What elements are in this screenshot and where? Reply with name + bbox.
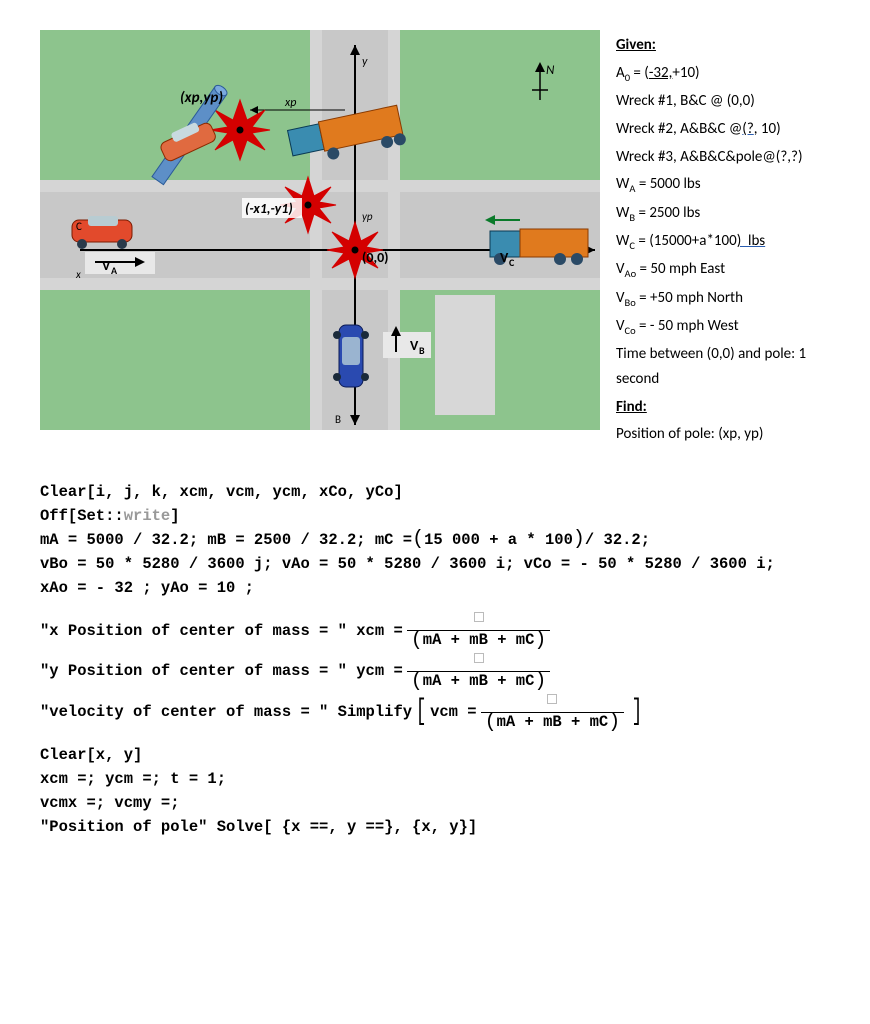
svg-text:yp: yp xyxy=(362,210,373,223)
label-xp-yp: (xp,yp) xyxy=(180,89,223,107)
label-vc: V xyxy=(500,249,509,266)
code-line-9: Clear[x, y] xyxy=(40,743,830,767)
given-vbo: VBo = +50 mph North xyxy=(616,286,830,311)
given-time: Time between (0,0) and pole: 1 second xyxy=(616,342,830,392)
label-x1-y1: (-x1,-y1) xyxy=(245,200,293,217)
code-line-4: vBo = 50 * 5280 / 3600 j; vAo = 50 * 528… xyxy=(40,552,830,576)
svg-text:B: B xyxy=(419,344,425,357)
label-va: V xyxy=(102,257,111,274)
svg-text:xp: xp xyxy=(284,96,296,110)
svg-text:C: C xyxy=(76,220,82,233)
given-panel: Given: A0 = (-32,+10) Wreck #1, B&C @ (0… xyxy=(616,30,830,450)
find-header: Find: xyxy=(616,395,830,420)
given-wb: WB = 2500 lbs xyxy=(616,201,830,226)
given-header: Given: xyxy=(616,33,830,58)
svg-text:x: x xyxy=(75,268,81,281)
mathematica-code: Clear[i, j, k, xcm, vcm, ycm, xCo, yCo] … xyxy=(40,480,830,839)
code-line-vcm: "velocity of center of mass = " Simplify… xyxy=(40,692,830,733)
given-w2: Wreck #2, A&B&C @(?, 10) xyxy=(616,117,830,142)
find-line: Position of pole: (xp, yp) xyxy=(616,422,830,447)
code-line-12: "Position of pole" Solve[ {x ==, y ==}, … xyxy=(40,815,830,839)
given-wc: WC = (15000+a*100) lbs xyxy=(616,229,830,254)
given-a0: A0 = (-32,+10) xyxy=(616,61,830,86)
svg-text:A: A xyxy=(111,264,118,277)
given-w3: Wreck #3, A&B&C&pole@(?,?) xyxy=(616,145,830,170)
intersection-diagram: N xp y yp xyxy=(40,30,600,430)
svg-text:y: y xyxy=(362,55,368,69)
code-line-1: Clear[i, j, k, xcm, vcm, ycm, xCo, yCo] xyxy=(40,480,830,504)
given-vco: VCo = - 50 mph West xyxy=(616,314,830,339)
code-line-ycm: "y Position of center of mass = " ycm = … xyxy=(40,651,830,692)
code-line-11: vcmx =; vcmy =; xyxy=(40,791,830,815)
code-line-2: Off[Set::write] xyxy=(40,504,830,528)
svg-text:N: N xyxy=(546,63,555,78)
svg-text:B: B xyxy=(335,413,341,426)
given-vao: VAo = 50 mph East xyxy=(616,257,830,282)
placeholder-box xyxy=(474,653,484,663)
code-line-5: xAo = - 32 ; yAo = 10 ; xyxy=(40,576,830,600)
label-origin: (0,0) xyxy=(362,249,389,266)
placeholder-box xyxy=(547,694,557,704)
placeholder-box xyxy=(474,612,484,622)
code-line-xcm: "x Position of center of mass = " xcm = … xyxy=(40,610,830,651)
svg-text:C: C xyxy=(509,256,515,269)
given-wa: WA = 5000 lbs xyxy=(616,172,830,197)
code-line-3: mA = 5000 / 32.2; mB = 2500 / 32.2; mC =… xyxy=(40,528,830,552)
given-w1: Wreck #1, B&C @ (0,0) xyxy=(616,89,830,114)
code-line-10: xcm =; ycm =; t = 1; xyxy=(40,767,830,791)
label-vb: V xyxy=(410,337,419,354)
